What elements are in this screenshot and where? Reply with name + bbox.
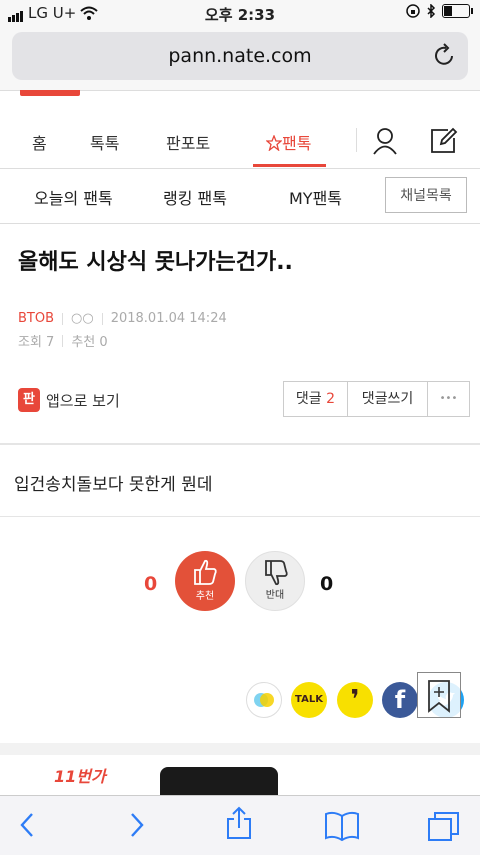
ad-spacer [0,743,480,755]
address-bar[interactable]: pann.nate.com [12,32,468,80]
channel-list-button[interactable]: 채널목록 [385,177,467,213]
ad-brand: 11번가 [54,767,106,786]
comment-button[interactable]: 댓글 2 [284,382,348,416]
recommend-count: 0 [144,573,158,595]
post-stats: 조회 7 추천 0 [18,331,108,350]
comment-label: 댓글 [295,391,322,407]
more-button[interactable]: ••• [428,382,469,416]
bookmark-button[interactable] [417,672,461,718]
post-views: 조회 7 [18,335,55,350]
share-icon[interactable] [226,806,252,840]
tab-today-fantalk[interactable]: 오늘의 팬톡 [34,185,113,209]
reload-icon[interactable] [434,43,456,67]
tab-home[interactable]: 홈 [32,130,47,154]
recommend-button[interactable]: 추천 [175,551,235,611]
post-recommends: 추천 0 [71,335,108,350]
app-view-link[interactable]: 판 앱으로 보기 [18,388,120,412]
post-author[interactable]: BTOB [18,311,54,326]
app-view-label: 앱으로 보기 [46,391,120,410]
sub-nav: 오늘의 팬톡 랭킹 팬톡 MY팬톡 채널목록 [0,169,480,224]
active-tab-indicator [253,164,326,167]
tab-panphoto[interactable]: 판포토 [166,130,210,154]
thumbs-down-icon [265,560,288,586]
star-icon [265,134,283,152]
oppose-label: 반대 [265,590,285,601]
tab-toktok[interactable]: 톡톡 [90,130,119,154]
tabs-icon[interactable] [427,810,461,842]
kakaopage-share-icon[interactable]: ❜ [337,682,373,718]
facebook-share-icon[interactable]: f [382,682,418,718]
write-icon[interactable] [428,126,458,156]
post-nickname: ○○ [71,311,94,326]
main-nav: 홈 톡톡 판포토 팬톡 [0,112,480,169]
thumbs-up-icon [194,559,217,585]
post-title: 올해도 시상식 못나가는건가.. [18,250,293,275]
browser-address-area: pann.nate.com [0,28,480,91]
post-body: 입건송치돌보다 못한게 뭔데 [14,475,213,495]
bluetooth-icon [427,4,436,18]
browser-toolbar [0,795,480,855]
ad-product-image [160,767,278,795]
tab-my-fantalk[interactable]: MY팬톡 [289,185,342,209]
divider [356,128,357,152]
kakaostory-share-icon[interactable] [246,682,282,718]
tab-fantalk[interactable]: 팬톡 [265,130,312,154]
forward-icon[interactable] [124,810,148,840]
oppose-count: 0 [320,573,334,595]
bookmark-add-icon [428,680,450,713]
scrolled-header [0,90,480,104]
write-comment-button[interactable]: 댓글쓰기 [348,382,428,416]
tab-fantalk-label: 팬톡 [282,134,312,153]
pann-app-icon: 판 [18,388,40,412]
site-logo [20,90,80,96]
divider [0,516,480,517]
divider [0,443,480,445]
post-datetime: 2018.01.04 14:24 [110,311,227,326]
rotation-lock-icon [406,4,420,18]
user-icon[interactable] [372,127,398,155]
battery-icon [442,4,473,18]
oppose-button[interactable]: 반대 [245,551,305,611]
tab-ranking-fantalk[interactable]: 랭킹 팬톡 [163,185,227,209]
comment-count: 2 [326,391,336,407]
post-action-buttons: 댓글 2 댓글쓰기 ••• [283,381,470,417]
ad-banner[interactable]: 11번가 [0,755,480,795]
status-bar: LG U+ 오후 2:33 [0,0,480,28]
post-meta: BTOB ○○ 2018.01.04 14:24 [18,311,227,326]
bookmarks-icon[interactable] [324,810,360,842]
kakaotalk-share-icon[interactable]: TALK [291,682,327,718]
back-icon[interactable] [16,810,40,840]
url-text: pann.nate.com [168,45,312,67]
recommend-label: 추천 [195,591,215,602]
